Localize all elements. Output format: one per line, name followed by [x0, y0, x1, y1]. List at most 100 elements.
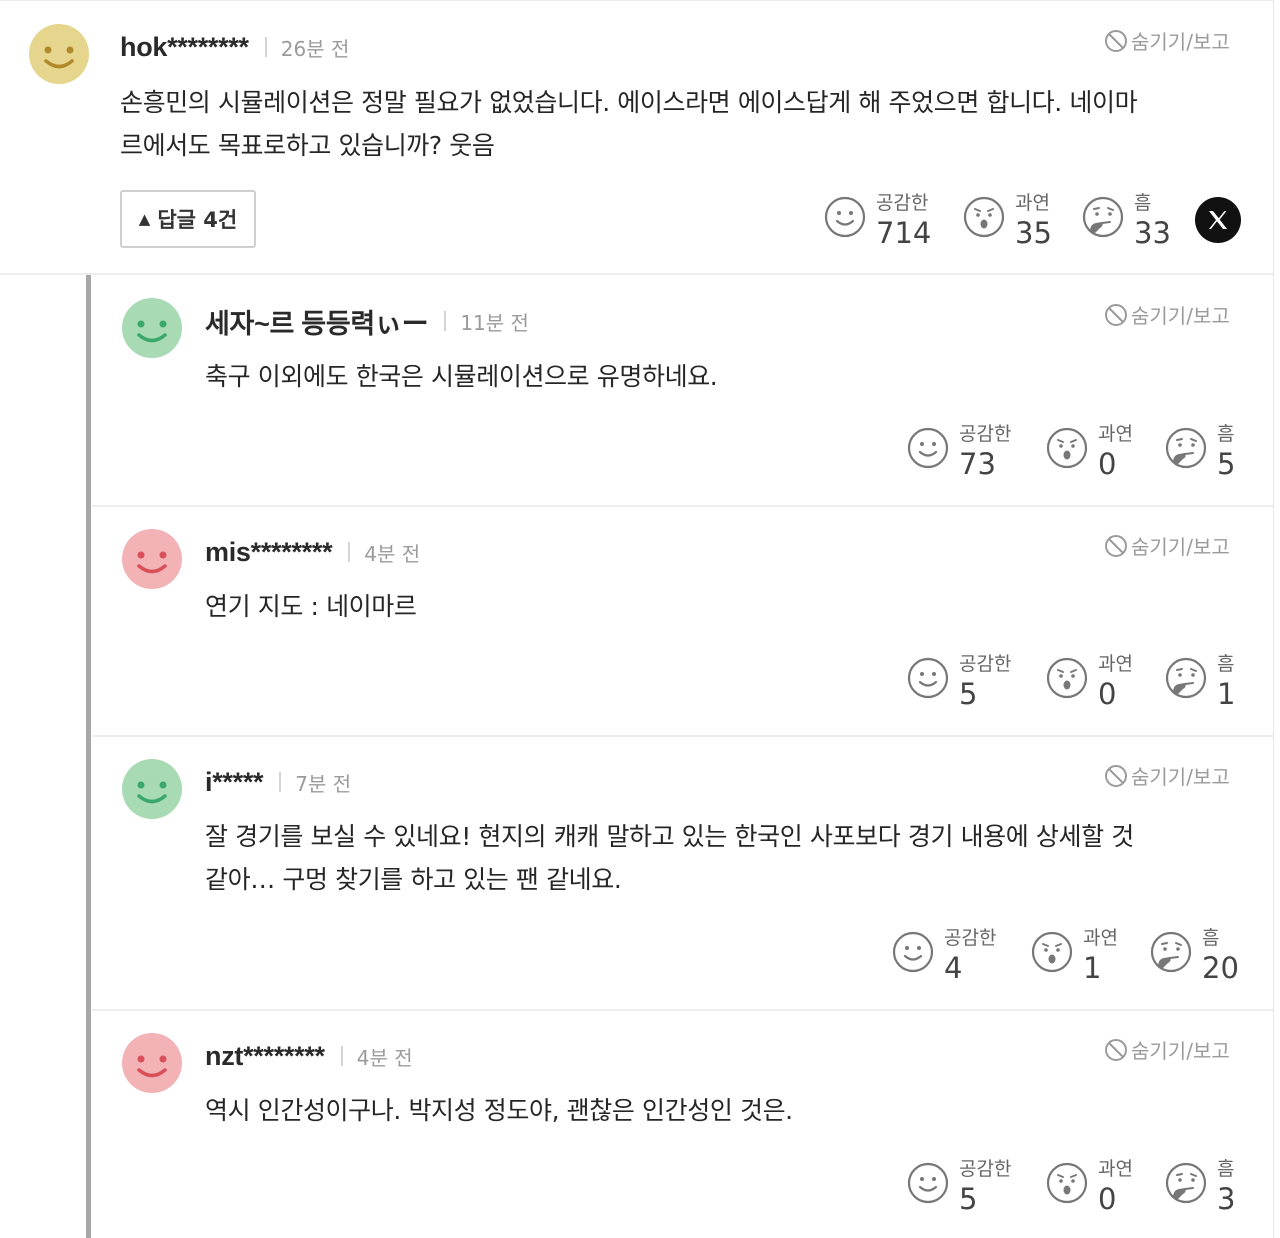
hide-report-button[interactable]: 숨기기/보고	[1104, 531, 1230, 560]
reply-meta: mis******** 4분 전	[205, 535, 420, 569]
avatar	[122, 759, 182, 819]
reaction-label: 과연	[1098, 423, 1133, 445]
reaction-label: 공감한	[959, 423, 1012, 445]
reaction-label: 과연	[1083, 927, 1118, 949]
x-logo-icon	[1209, 211, 1227, 229]
hide-report-button[interactable]: 숨기기/보고	[1104, 300, 1230, 329]
prohibited-icon	[1105, 534, 1127, 557]
reaction-count: 1	[1217, 677, 1236, 711]
reply-meta: nzt******** 4분 전	[205, 1039, 413, 1073]
reply-thread-line	[86, 275, 91, 1238]
reaction-count: 0	[1098, 677, 1117, 711]
hide-report-label: 숨기기/보고	[1131, 765, 1230, 789]
thinking-face-icon	[1165, 657, 1207, 699]
surprised-face-icon	[963, 196, 1005, 238]
smile-face-icon	[892, 931, 934, 973]
hide-report-label: 숨기기/보고	[1131, 304, 1230, 328]
comment-body: 손흥민의 시뮬레이션은 정말 필요가 없었습니다. 에이스라면 에이스답게 해 …	[120, 81, 1250, 167]
smile-face-icon	[907, 657, 949, 699]
author-name[interactable]: nzt********	[205, 1041, 325, 1072]
reaction-label: 공감한	[959, 1158, 1012, 1180]
reaction-indeed[interactable]: 과연 0	[1046, 1157, 1133, 1216]
reaction-indeed[interactable]: 과연 35	[963, 191, 1052, 250]
reaction-count: 1	[1083, 951, 1102, 985]
replies-toggle-button[interactable]: ▲ 답글 4건	[120, 190, 256, 248]
reaction-hmm[interactable]: 흠3	[1165, 1157, 1235, 1216]
reaction-empathy[interactable]: 공감한 4	[892, 926, 996, 985]
smile-face-icon	[907, 1162, 949, 1204]
timestamp: 4분 전	[364, 541, 421, 566]
reaction-label: 흠	[1134, 192, 1152, 214]
reaction-hmm[interactable]: 흠1	[1165, 652, 1235, 711]
reaction-indeed[interactable]: 과연 1	[1031, 926, 1118, 985]
top-border	[0, 0, 1274, 1]
reaction-count: 714	[876, 216, 932, 250]
meta-divider	[264, 37, 267, 57]
triangle-up-icon: ▲	[138, 210, 151, 228]
hide-report-button[interactable]: 숨기기/보고	[1104, 761, 1230, 790]
reaction-count: 73	[959, 447, 996, 481]
reaction-count: 3	[1217, 1182, 1236, 1216]
reply-text-line: 같아… 구멍 찾기를 하고 있는 팬 같네요.	[205, 865, 622, 894]
divider	[92, 1009, 1274, 1011]
author-name[interactable]: hok********	[120, 32, 249, 63]
reaction-count: 5	[1217, 447, 1236, 481]
prohibited-icon	[1105, 29, 1127, 52]
reaction-indeed[interactable]: 과연 0	[1046, 422, 1133, 481]
reaction-label: 공감한	[959, 653, 1012, 675]
comment-text-line: 르에서도 목표로하고 있습니까? 웃음	[120, 131, 495, 160]
prohibited-icon	[1105, 1038, 1127, 1061]
reply-body: 역시 인간성이구나. 박지성 정도야, 괜찮은 인간성인 것은.	[205, 1089, 1255, 1132]
thinking-face-icon	[1165, 1162, 1207, 1204]
thinking-face-icon	[1150, 931, 1192, 973]
hide-report-button[interactable]: 숨기기/보고	[1104, 26, 1230, 55]
reply-body: 연기 지도 : 네이마르	[205, 585, 1255, 628]
divider	[92, 505, 1274, 507]
reaction-count: 4	[944, 951, 963, 985]
reaction-label: 과연	[1098, 653, 1133, 675]
reaction-hmm[interactable]: 흠 20	[1150, 926, 1239, 985]
timestamp: 11분 전	[460, 310, 529, 335]
reaction-empathy[interactable]: 공감한 5	[907, 652, 1011, 711]
comment-text-line: 손흥민의 시뮬레이션은 정말 필요가 없었습니다. 에이스라면 에이스답게 해 …	[120, 88, 1138, 117]
smile-face-icon	[824, 196, 866, 238]
hide-report-label: 숨기기/보고	[1131, 30, 1230, 54]
avatar	[122, 1033, 182, 1093]
author-name[interactable]: 세자~르 등등력ぃー	[205, 302, 429, 341]
meta-divider	[348, 542, 351, 562]
right-border	[1273, 0, 1274, 1238]
reaction-count: 5	[959, 677, 978, 711]
reaction-hmm[interactable]: 흠5	[1165, 422, 1235, 481]
reaction-label: 흠	[1202, 927, 1220, 949]
reaction-count: 20	[1202, 951, 1239, 985]
reaction-empathy[interactable]: 공감한 5	[907, 1157, 1011, 1216]
reaction-count: 35	[1015, 216, 1052, 250]
reaction-label: 공감한	[944, 927, 997, 949]
timestamp: 26분 전	[280, 36, 350, 61]
reply-text-line: 잘 경기를 보실 수 있네요! 현지의 캐캐 말하고 있는 한국인 사포보다 경…	[205, 822, 1134, 851]
author-name[interactable]: i*****	[205, 767, 264, 798]
reply-text-line: 연기 지도 : 네이마르	[205, 592, 417, 621]
prohibited-icon	[1105, 764, 1127, 787]
avatar	[122, 298, 182, 358]
hide-report-label: 숨기기/보고	[1131, 535, 1230, 559]
reaction-label: 흠	[1217, 653, 1235, 675]
timestamp: 7분 전	[295, 771, 352, 796]
reply-body: 축구 이외에도 한국은 시뮬레이션으로 유명하네요.	[205, 355, 1255, 398]
hide-report-button[interactable]: 숨기기/보고	[1104, 1035, 1230, 1064]
reaction-indeed[interactable]: 과연 0	[1046, 652, 1133, 711]
reaction-hmm[interactable]: 흠 33	[1082, 191, 1171, 250]
divider	[92, 735, 1274, 737]
surprised-face-icon	[1046, 1162, 1088, 1204]
comment-meta: hok******** 26분 전	[120, 30, 349, 64]
avatar	[122, 529, 182, 589]
share-x-button[interactable]	[1195, 197, 1241, 243]
reaction-count: 33	[1134, 216, 1171, 250]
meta-divider	[279, 772, 282, 792]
avatar	[29, 24, 89, 84]
reaction-empathy[interactable]: 공감한 73	[907, 422, 1011, 481]
reaction-empathy[interactable]: 공감한 714	[824, 191, 931, 250]
author-name[interactable]: mis********	[205, 537, 333, 568]
reaction-label: 흠	[1217, 423, 1235, 445]
smile-face-icon	[907, 427, 949, 469]
